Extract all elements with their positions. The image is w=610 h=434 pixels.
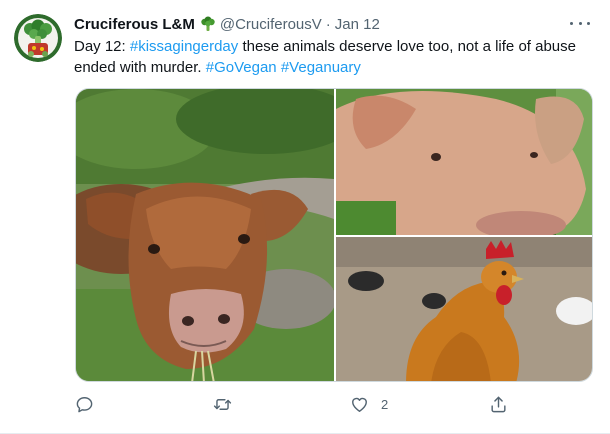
separator-dot: · [325,15,331,33]
like-button[interactable]: 2 [350,392,388,416]
pig-photo[interactable] [336,89,592,235]
tweet-text: Day 12: #kissagingerday these animals de… [74,36,594,78]
hashtag-govegan[interactable]: #GoVegan [206,59,277,76]
media-grid [75,88,593,382]
avatar[interactable] [14,14,62,62]
reply-icon [75,395,94,414]
user-handle[interactable]: @CruciferousV [220,16,322,33]
broccoli-icon [200,16,216,32]
like-count: 2 [381,396,389,412]
hashtag-kissagingerday[interactable]: #kissagingerday [130,38,238,55]
text-prefix: Day 12: [74,38,130,55]
share-icon [489,395,508,414]
retweet-button[interactable] [213,392,244,416]
tweet-header: Cruciferous L&M @CruciferousV · Jan 12 [74,14,590,34]
cow-photo[interactable] [76,89,334,381]
share-button[interactable] [489,392,508,416]
hen-photo[interactable] [336,237,592,381]
action-bar: 2 [75,392,515,416]
display-name[interactable]: Cruciferous L&M [74,16,195,33]
retweet-icon [213,395,232,414]
tweet-date[interactable]: Jan 12 [335,16,380,33]
like-icon [350,395,369,414]
more-options-icon[interactable] [570,16,590,30]
hashtag-veganuary[interactable]: #Veganuary [281,59,361,76]
reply-button[interactable] [75,392,106,416]
tweet-card[interactable]: Cruciferous L&M @CruciferousV · Jan 12 D… [0,0,610,434]
